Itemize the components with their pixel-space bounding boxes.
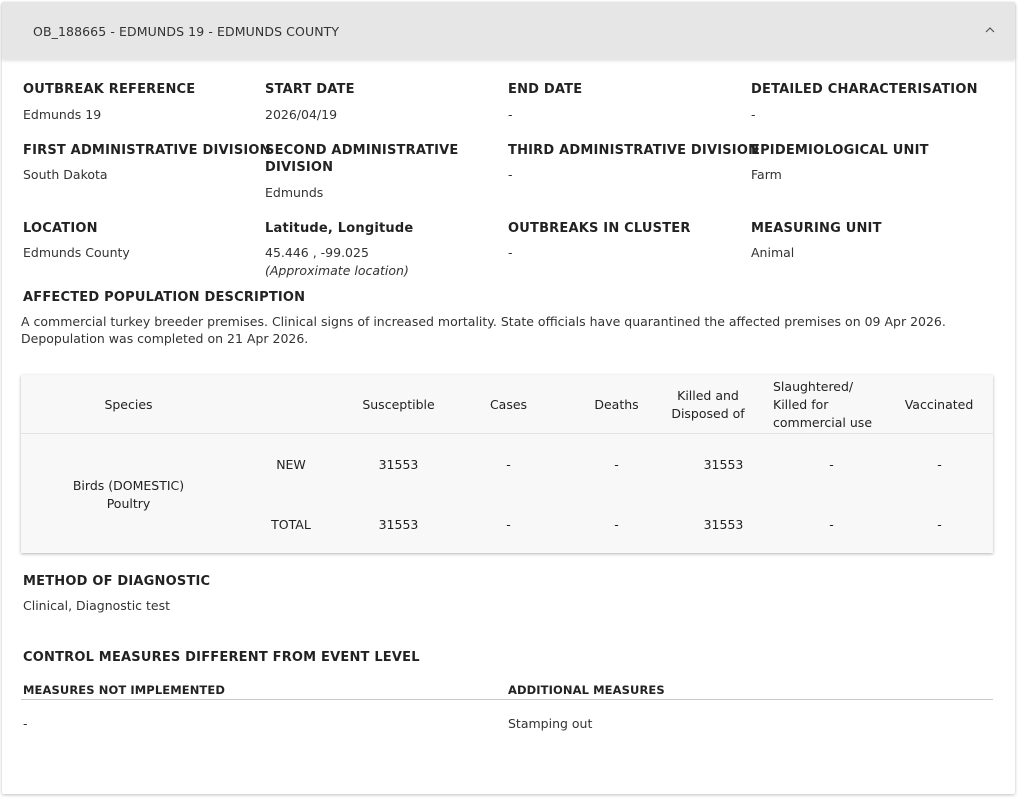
measures-divider [21,699,993,700]
affected-population-line1: A commercial turkey breeder premises. Cl… [21,314,946,329]
first-admin-division-label: FIRST ADMINISTRATIVE DIVISION [23,143,271,158]
detailed-characterisation-label: DETAILED CHARACTERISATION [751,82,978,97]
cases-header: Cases [489,397,528,412]
slaughtered-header: Slaughtered/ Killed for commercial use [773,378,888,432]
method-of-diagnostic-value: Clinical, Diagnostic test [23,598,171,613]
new-slaughtered-value: - [829,457,834,472]
killed-header-line1: Killed and [677,388,739,403]
start-date-label: START DATE [265,82,355,97]
total-vaccinated-value: - [937,517,942,532]
outbreaks-in-cluster-value: - [508,245,513,260]
lat-long-value: 45.446 , -99.025 [265,245,369,260]
outbreak-reference-label: OUTBREAK REFERENCE [23,82,196,97]
killed-header: Killed and Disposed of [653,387,763,423]
outbreak-panel-header[interactable]: OB_188665 - EDMUNDS 19 - EDMUNDS COUNTY [2,2,1015,59]
total-row-label: TOTAL [271,517,311,532]
affected-population-label: AFFECTED POPULATION DESCRIPTION [23,290,306,305]
new-row-label: NEW [276,457,306,472]
additional-measures-label: ADDITIONAL MEASURES [508,683,665,697]
total-killed-value: 31553 [703,517,744,532]
first-admin-division-value: South Dakota [23,167,108,182]
control-measures-title: CONTROL MEASURES DIFFERENT FROM EVENT LE… [23,650,420,665]
new-susceptible-value: 31553 [378,457,419,472]
end-date-label: END DATE [508,82,583,97]
additional-measures-value: Stamping out [508,716,593,731]
species-header: Species [104,397,153,412]
new-cases-value: - [506,457,511,472]
slaughtered-header-line3: commercial use [773,415,873,430]
end-date-value: - [508,107,513,122]
new-deaths-value: - [614,457,619,472]
total-slaughtered-value: - [829,517,834,532]
affected-population-line2: Depopulation was completed on 21 Apr 202… [21,331,309,346]
measures-not-implemented-label: MEASURES NOT IMPLEMENTED [23,683,225,697]
outbreak-title: OB_188665 - EDMUNDS 19 - EDMUNDS COUNTY [33,24,340,39]
species-name-cell: Birds (DOMESTIC) Poultry [61,477,196,513]
slaughtered-header-line2: Killed for [773,397,829,412]
species-table: Species Susceptible Cases Deaths Killed … [21,375,993,553]
new-killed-value: 31553 [703,457,744,472]
location-value: Edmunds County [23,245,130,260]
approximate-location-note: (Approximate location) [265,263,409,278]
location-label: LOCATION [23,221,98,236]
outbreaks-in-cluster-label: OUTBREAKS IN CLUSTER [508,221,691,236]
second-admin-division-value: Edmunds [265,185,324,200]
new-vaccinated-value: - [937,457,942,472]
measuring-unit-label: MEASURING UNIT [751,221,882,236]
measures-not-implemented-value: - [23,716,28,731]
method-of-diagnostic-label: METHOD OF DIAGNOSTIC [23,574,211,589]
slaughtered-header-line1: Slaughtered/ [773,379,854,394]
vaccinated-header: Vaccinated [904,397,974,412]
detailed-characterisation-value: - [751,107,756,122]
total-cases-value: - [506,517,511,532]
outbreak-reference-value: Edmunds 19 [23,107,102,122]
chevron-up-icon[interactable] [983,23,997,37]
start-date-value: 2026/04/19 [265,107,338,122]
epidemiological-unit-label: EPIDEMIOLOGICAL UNIT [751,143,929,158]
species-name-line1: Birds (DOMESTIC) [72,478,185,493]
killed-header-line2: Disposed of [671,406,745,421]
third-admin-division-label: THIRD ADMINISTRATIVE DIVISION [508,143,760,158]
table-header-divider [21,433,993,434]
second-admin-division-label-line1: SECOND ADMINISTRATIVE [265,143,459,158]
measuring-unit-value: Animal [751,245,795,260]
second-admin-division-label-line2: DIVISION [265,160,334,175]
total-susceptible-value: 31553 [378,517,419,532]
lat-long-label: Latitude, Longitude [265,221,414,236]
species-name-line2: Poultry [106,496,151,511]
susceptible-header: Susceptible [362,397,435,412]
affected-population-description: A commercial turkey breeder premises. Cl… [21,313,996,347]
epidemiological-unit-value: Farm [751,167,782,182]
third-admin-division-value: - [508,167,513,182]
total-deaths-value: - [614,517,619,532]
